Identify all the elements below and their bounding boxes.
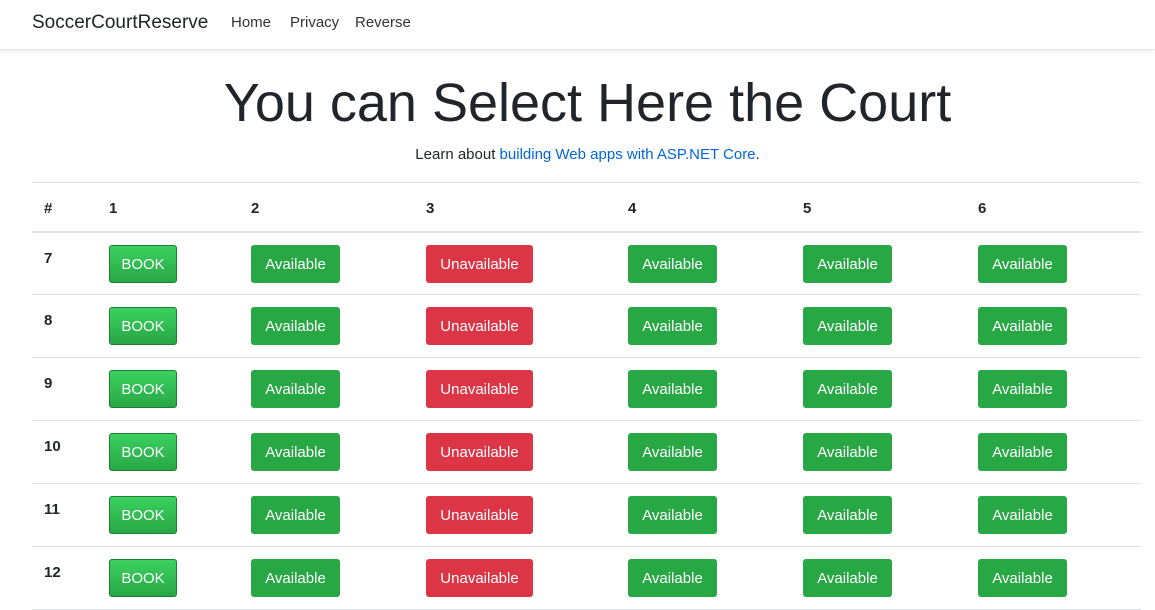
table-header-row: # 1 2 3 4 5 6 xyxy=(32,182,1141,233)
header-court-1: 1 xyxy=(97,182,239,233)
header-court-4: 4 xyxy=(616,182,791,233)
nav-link-home[interactable]: Home xyxy=(231,14,271,31)
available-button[interactable]: Available xyxy=(978,559,1067,597)
book-button[interactable]: BOOK xyxy=(109,559,177,597)
available-button[interactable]: Available xyxy=(978,496,1067,534)
book-button[interactable]: BOOK xyxy=(109,496,177,534)
available-button[interactable]: Available xyxy=(978,307,1067,345)
available-button[interactable]: Available xyxy=(803,244,892,283)
row-number: 12 xyxy=(32,546,97,610)
table-row: 7 BOOK Available Unavailable Available A… xyxy=(32,231,1141,295)
page-title: You can Select Here the Court xyxy=(223,73,952,133)
header-court-6: 6 xyxy=(966,182,1141,233)
header-court-5: 5 xyxy=(791,182,966,233)
available-button[interactable]: Available xyxy=(978,244,1067,283)
available-button[interactable]: Available xyxy=(628,244,717,283)
unavailable-button[interactable]: Unavailable xyxy=(426,370,533,408)
unavailable-button[interactable]: Unavailable xyxy=(426,244,533,283)
available-button[interactable]: Available xyxy=(978,433,1067,471)
row-number: 11 xyxy=(32,483,97,547)
available-button[interactable]: Available xyxy=(628,496,717,534)
book-button[interactable]: BOOK xyxy=(109,433,177,471)
row-number: 9 xyxy=(32,357,97,421)
available-button[interactable]: Available xyxy=(251,307,340,345)
available-button[interactable]: Available xyxy=(803,496,892,534)
available-button[interactable]: Available xyxy=(628,307,717,345)
unavailable-button[interactable]: Unavailable xyxy=(426,559,533,597)
header-court-3: 3 xyxy=(414,182,616,233)
available-button[interactable]: Available xyxy=(803,370,892,408)
header-hash: # xyxy=(32,182,97,233)
unavailable-button[interactable]: Unavailable xyxy=(426,433,533,471)
table-row: 10 BOOK Available Unavailable Available … xyxy=(32,420,1141,484)
subtitle-prefix: Learn about xyxy=(415,146,500,163)
row-number: 7 xyxy=(32,231,97,295)
aspnet-docs-link[interactable]: building Web apps with ASP.NET Core xyxy=(500,146,756,163)
unavailable-button[interactable]: Unavailable xyxy=(426,496,533,534)
court-schedule-table: # 1 2 3 4 5 6 7 BOOK Available Unavailab… xyxy=(32,182,1141,610)
available-button[interactable]: Available xyxy=(803,307,892,345)
brand-link[interactable]: SoccerCourtReserve xyxy=(32,12,208,34)
nav-link-reverse[interactable]: Reverse xyxy=(355,14,411,31)
available-button[interactable]: Available xyxy=(251,559,340,597)
available-button[interactable]: Available xyxy=(251,370,340,408)
book-button[interactable]: BOOK xyxy=(109,307,177,345)
table-row: 9 BOOK Available Unavailable Available A… xyxy=(32,357,1141,421)
nav-link-privacy[interactable]: Privacy xyxy=(290,14,339,31)
book-button[interactable]: BOOK xyxy=(109,244,177,283)
available-button[interactable]: Available xyxy=(251,433,340,471)
header-court-2: 2 xyxy=(239,182,414,233)
available-button[interactable]: Available xyxy=(628,559,717,597)
unavailable-button[interactable]: Unavailable xyxy=(426,307,533,345)
available-button[interactable]: Available xyxy=(628,370,717,408)
book-button[interactable]: BOOK xyxy=(109,370,177,408)
available-button[interactable]: Available xyxy=(803,433,892,471)
subtitle-suffix: . xyxy=(755,146,760,163)
page-subtitle: Learn about building Web apps with ASP.N… xyxy=(0,146,1155,163)
available-button[interactable]: Available xyxy=(628,433,717,471)
available-button[interactable]: Available xyxy=(251,496,340,534)
row-number: 8 xyxy=(32,294,97,358)
table-row: 11 BOOK Available Unavailable Available … xyxy=(32,483,1141,547)
available-button[interactable]: Available xyxy=(803,559,892,597)
available-button[interactable]: Available xyxy=(978,370,1067,408)
table-row: 8 BOOK Available Unavailable Available A… xyxy=(32,294,1141,358)
row-number: 10 xyxy=(32,420,97,484)
top-navbar: SoccerCourtReserve Home Privacy Reverse xyxy=(0,0,1155,50)
table-row: 12 BOOK Available Unavailable Available … xyxy=(32,546,1141,610)
available-button[interactable]: Available xyxy=(251,244,340,283)
